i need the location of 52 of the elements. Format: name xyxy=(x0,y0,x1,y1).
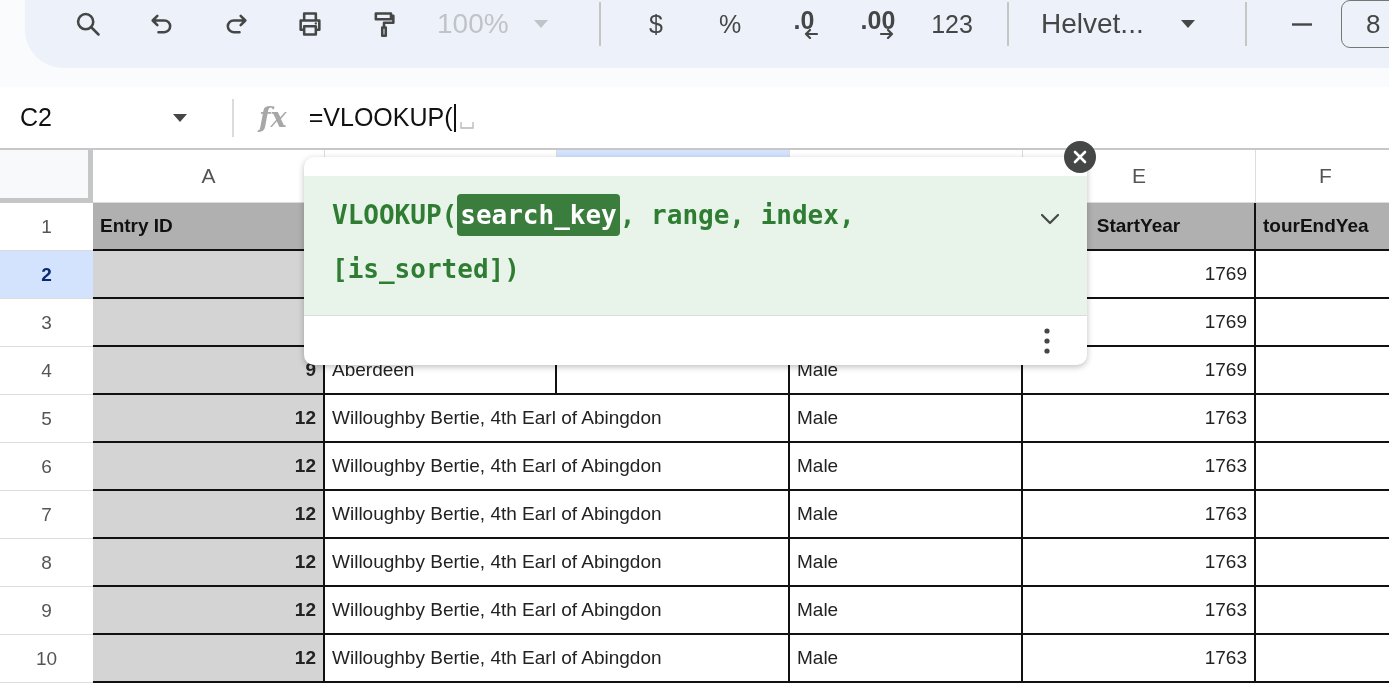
format-button[interactable]: % xyxy=(693,2,767,46)
table-cell: 12 xyxy=(93,443,325,491)
decrease-decimal-button[interactable]: .0 xyxy=(767,2,841,46)
function-signature: VLOOKUP(search_key, range, index, [is_sorted]) xyxy=(332,188,952,296)
table-cell: tourEndYea xyxy=(1256,203,1389,251)
table-cell: Willoughby Bertie, 4th Earl of Abingdon xyxy=(325,443,790,491)
table-cell: 1763 xyxy=(1023,443,1256,491)
table-cell: Male xyxy=(790,443,1023,491)
right-arrow-icon xyxy=(879,29,895,39)
table-cell: 12 xyxy=(93,491,325,539)
table-cell: Male xyxy=(790,539,1023,587)
format-button[interactable]: $ xyxy=(619,2,693,46)
table-cell: Male xyxy=(790,587,1023,635)
table-cell: Male xyxy=(790,635,1023,683)
table-cell: Male xyxy=(790,491,1023,539)
table-cell: Male xyxy=(790,395,1023,443)
minus-icon xyxy=(1292,22,1312,26)
function-label: fx xyxy=(259,102,287,133)
formula-field[interactable]: =VLOOKUP( xyxy=(308,97,474,138)
caret-icon xyxy=(1179,19,1196,29)
left-arrow-icon xyxy=(803,29,819,39)
table-cell: 1763 xyxy=(1023,491,1256,539)
format-button[interactable]: 123 xyxy=(915,2,989,46)
table-cell: 1763 xyxy=(1023,395,1256,443)
dropdown-caret-icon xyxy=(172,112,188,123)
printer-icon xyxy=(296,10,324,38)
table-cell: 9 xyxy=(93,347,325,395)
row-header[interactable]: 2 xyxy=(0,251,93,299)
increase-decimal-button[interactable]: .00 xyxy=(841,2,915,46)
font-dropdown[interactable]: Helvet... xyxy=(1027,2,1227,46)
table-cell: 12 xyxy=(93,539,325,587)
table-cell: Willoughby Bertie, 4th Earl of Abingdon xyxy=(325,587,790,635)
table-cell: 12 xyxy=(93,587,325,635)
table-cell: Willoughby Bertie, 4th Earl of Abingdon xyxy=(325,491,790,539)
caret-icon xyxy=(532,19,549,29)
bracket-hint-icon xyxy=(459,119,474,130)
table-cell: Willoughby Bertie, 4th Earl of Abingdon xyxy=(325,635,790,683)
table-cell: Willoughby Bertie, 4th Earl of Abingdon xyxy=(325,539,790,587)
search-icon xyxy=(74,10,102,38)
close-icon xyxy=(1073,150,1087,164)
table-cell: 1763 xyxy=(1023,587,1256,635)
font-size-field[interactable]: 8 xyxy=(1341,0,1389,48)
table-cell: 12 xyxy=(93,395,325,443)
table-cell: 1763 xyxy=(1023,539,1256,587)
table-cell: Willoughby Bertie, 4th Earl of Abingdon xyxy=(325,395,790,443)
column-header[interactable]: A xyxy=(93,150,325,203)
table-cell: 1763 xyxy=(1023,635,1256,683)
chevron-down-icon xyxy=(1039,212,1061,226)
close-button[interactable] xyxy=(1064,141,1096,173)
name-box[interactable]: C2 xyxy=(0,97,212,138)
table-cell: 12 xyxy=(93,635,325,683)
more-vertical-icon xyxy=(1044,327,1050,354)
